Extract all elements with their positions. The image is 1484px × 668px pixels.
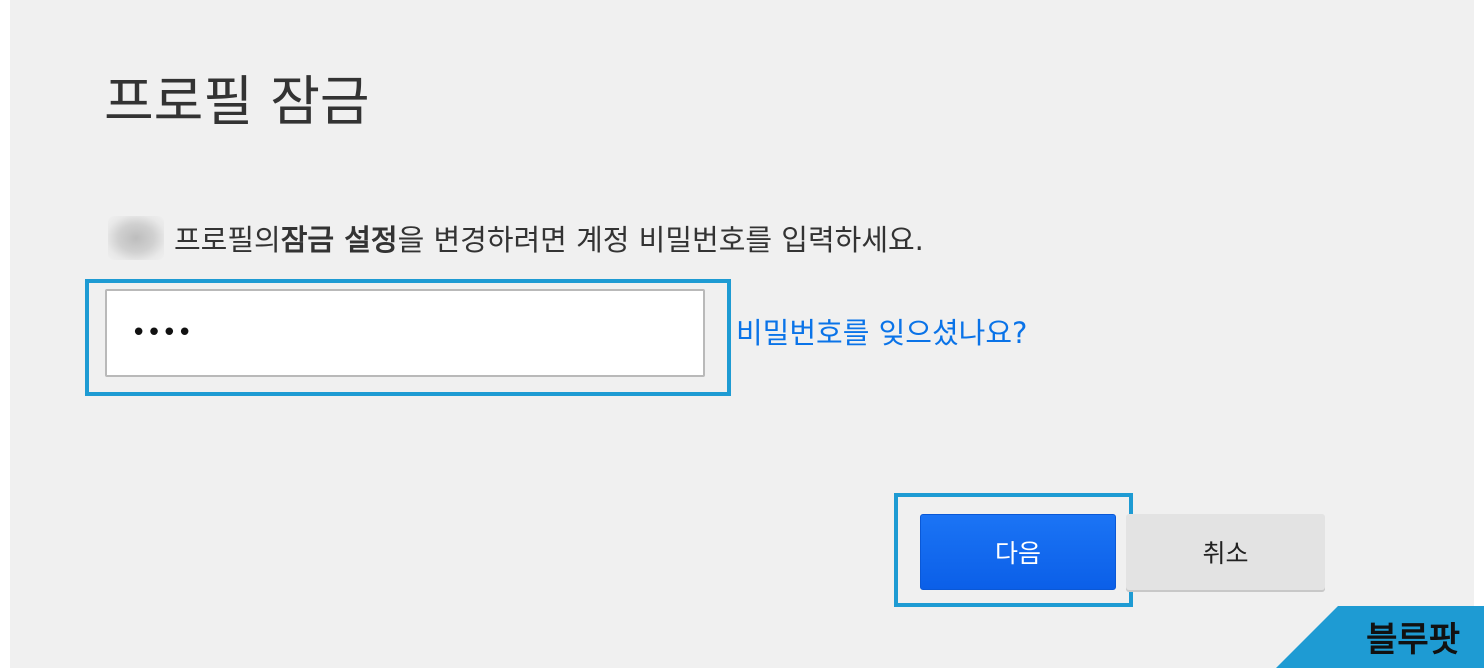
profile-name-blurred [108, 216, 164, 260]
instruction-prefix: 프로필의 [174, 223, 281, 257]
password-masked-value: •••• [131, 318, 193, 348]
next-button[interactable]: 다음 [920, 514, 1116, 590]
password-input[interactable]: •••• [105, 289, 705, 377]
instruction-suffix: 을 변경하려면 계정 비밀번호를 입력하세요. [397, 223, 924, 257]
page-title: 프로필 잠금 [104, 70, 370, 133]
cancel-button[interactable]: 취소 [1126, 514, 1325, 590]
watermark-text: 블루팟 [1366, 620, 1460, 660]
watermark: 블루팟 [1276, 606, 1484, 668]
instruction-bold: 잠금 설정 [280, 223, 398, 257]
forgot-password-link[interactable]: 비밀번호를 잊으셨나요? [736, 310, 1027, 352]
instruction-text: 프로필의 잠금 설정 을 변경하려면 계정 비밀번호를 입력하세요. [108, 214, 924, 262]
page: 프로필 잠금 프로필의 잠금 설정 을 변경하려면 계정 비밀번호를 입력하세요… [0, 0, 1484, 668]
